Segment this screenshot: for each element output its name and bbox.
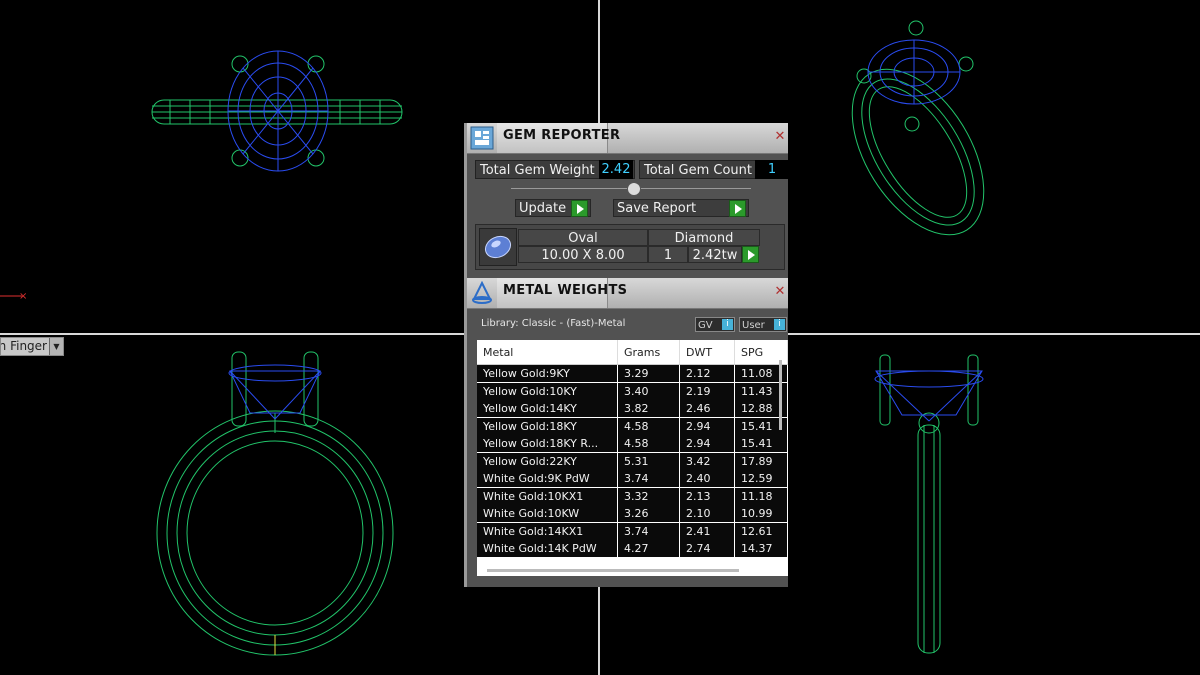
table-row[interactable]: White Gold:14K PdW 4.27 2.74 14.37 bbox=[477, 540, 788, 558]
vertical-scrollbar[interactable] bbox=[779, 360, 782, 430]
cell-dwt: 2.13 bbox=[680, 487, 735, 505]
table-row[interactable]: Yellow Gold:9KY 3.29 2.12 11.08 bbox=[477, 365, 788, 383]
cell-spg: 10.99 bbox=[735, 505, 788, 522]
cell-dwt: 2.94 bbox=[680, 435, 735, 452]
table-header: Metal Grams DWT SPG bbox=[477, 340, 788, 365]
arrow-right-icon[interactable] bbox=[742, 246, 759, 263]
cell-grams: 3.32 bbox=[618, 487, 680, 505]
gem-reporter-icon bbox=[470, 126, 494, 150]
cell-metal: White Gold:14K PdW bbox=[477, 540, 618, 557]
svg-text:×: × bbox=[19, 291, 27, 302]
gem-list-item[interactable]: Oval Diamond 10.00 X 8.00 1 2.42tw bbox=[475, 224, 785, 270]
cell-grams: 4.27 bbox=[618, 540, 680, 557]
cell-metal: Yellow Gold:14KY bbox=[477, 400, 618, 417]
close-icon[interactable]: ✕ bbox=[774, 130, 786, 143]
table-row[interactable]: White Gold:10KW 3.26 2.10 10.99 bbox=[477, 505, 788, 523]
cell-grams: 3.74 bbox=[618, 522, 680, 540]
cell-metal: Yellow Gold:18KY R... bbox=[477, 435, 618, 452]
metal-weights-table: Metal Grams DWT SPG Yellow Gold:9KY 3.29 2… bbox=[477, 340, 788, 576]
gv-dropdown-label: GV bbox=[698, 320, 713, 331]
cell-dwt: 2.19 bbox=[680, 382, 735, 400]
table-row[interactable]: White Gold:10KX1 3.32 2.13 11.18 bbox=[477, 487, 788, 506]
gem-size: 10.00 X 8.00 bbox=[518, 246, 648, 263]
table-row[interactable]: Yellow Gold:14KY 3.82 2.46 12.88 bbox=[477, 400, 788, 418]
cell-metal: Yellow Gold:22KY bbox=[477, 452, 618, 470]
cell-dwt: 2.40 bbox=[680, 470, 735, 487]
cell-grams: 3.82 bbox=[618, 400, 680, 417]
save-report-button[interactable]: Save Report bbox=[613, 199, 749, 217]
user-dropdown[interactable]: User i bbox=[739, 317, 787, 332]
cell-dwt: 2.74 bbox=[680, 540, 735, 557]
cell-spg: 12.61 bbox=[735, 522, 788, 540]
cell-metal: Yellow Gold:18KY bbox=[477, 417, 618, 435]
metal-weights-titlebar[interactable]: METAL WEIGHTS ✕ bbox=[467, 278, 788, 309]
oval-gem-icon bbox=[479, 228, 517, 266]
cell-dwt: 3.42 bbox=[680, 452, 735, 470]
cell-grams: 3.40 bbox=[618, 382, 680, 400]
info-icon[interactable]: i bbox=[722, 319, 733, 330]
gem-reporter-title: GEM REPORTER bbox=[503, 128, 621, 143]
cell-grams: 3.26 bbox=[618, 505, 680, 522]
metal-weights-title: METAL WEIGHTS bbox=[503, 283, 628, 298]
table-row[interactable]: Yellow Gold:22KY 5.31 3.42 17.89 bbox=[477, 452, 788, 471]
save-report-button-label: Save Report bbox=[617, 201, 697, 216]
cell-spg: 17.89 bbox=[735, 452, 788, 470]
metal-weights-icon bbox=[472, 281, 492, 304]
cell-dwt: 2.10 bbox=[680, 505, 735, 522]
gem-reporter-titlebar[interactable]: GEM REPORTER ✕ bbox=[467, 123, 788, 154]
total-gem-count-value: 1 bbox=[755, 160, 789, 179]
cell-metal: White Gold:9K PdW bbox=[477, 470, 618, 487]
update-button[interactable]: Update bbox=[515, 199, 591, 217]
arrow-right-icon[interactable] bbox=[729, 200, 746, 217]
cell-dwt: 2.46 bbox=[680, 400, 735, 417]
cell-metal: Yellow Gold:9KY bbox=[477, 365, 618, 382]
cell-dwt: 2.12 bbox=[680, 365, 735, 382]
cell-metal: White Gold:10KW bbox=[477, 505, 618, 522]
cell-spg: 14.37 bbox=[735, 540, 788, 557]
gem-qty: 1 bbox=[648, 246, 688, 263]
cell-grams: 3.74 bbox=[618, 470, 680, 487]
cell-grams: 4.58 bbox=[618, 417, 680, 435]
total-gem-weight-value: 2.42 bbox=[599, 160, 633, 179]
horizontal-scrollbar[interactable] bbox=[487, 569, 739, 572]
cell-dwt: 2.41 bbox=[680, 522, 735, 540]
cell-grams: 3.29 bbox=[618, 365, 680, 382]
gv-dropdown[interactable]: GV i bbox=[695, 317, 735, 332]
gem-shape: Oval bbox=[518, 229, 648, 246]
column-header-grams[interactable]: Grams bbox=[618, 340, 680, 364]
cell-grams: 5.31 bbox=[618, 452, 680, 470]
gem-type: Diamond bbox=[648, 229, 760, 246]
cell-metal: White Gold:10KX1 bbox=[477, 487, 618, 505]
column-header-dwt[interactable]: DWT bbox=[680, 340, 735, 364]
slider-handle[interactable] bbox=[627, 182, 641, 196]
update-button-label: Update bbox=[519, 201, 567, 216]
cell-metal: White Gold:14KX1 bbox=[477, 522, 618, 540]
gem-reporter-panel: GEM REPORTER ✕ Total Gem Weight 2.42 Tot… bbox=[464, 123, 789, 587]
dropdown-icon[interactable]: ▼ bbox=[49, 338, 63, 355]
viewport-view-select[interactable]: h Finger ▼ bbox=[0, 337, 64, 356]
arrow-right-icon[interactable] bbox=[571, 200, 588, 217]
gem-totals-row: Total Gem Weight 2.42 Total Gem Count 1 bbox=[475, 160, 789, 180]
library-label: Library: Classic - (Fast)-Metal bbox=[481, 318, 626, 329]
cell-metal: Yellow Gold:10KY bbox=[477, 382, 618, 400]
viewport-view-label: h Finger bbox=[0, 339, 47, 353]
user-dropdown-label: User bbox=[742, 320, 765, 331]
cell-spg: 12.59 bbox=[735, 470, 788, 487]
gem-weight: 2.42tw bbox=[688, 246, 742, 263]
cell-grams: 4.58 bbox=[618, 435, 680, 452]
table-row[interactable]: Yellow Gold:10KY 3.40 2.19 11.43 bbox=[477, 382, 788, 401]
table-row[interactable]: Yellow Gold:18KY R... 4.58 2.94 15.41 bbox=[477, 435, 788, 453]
table-row[interactable]: Yellow Gold:18KY 4.58 2.94 15.41 bbox=[477, 417, 788, 436]
column-header-metal[interactable]: Metal bbox=[477, 340, 618, 364]
info-icon[interactable]: i bbox=[774, 319, 785, 330]
table-row[interactable]: White Gold:14KX1 3.74 2.41 12.61 bbox=[477, 522, 788, 541]
cell-spg: 15.41 bbox=[735, 435, 788, 452]
table-row[interactable]: White Gold:9K PdW 3.74 2.40 12.59 bbox=[477, 470, 788, 488]
cell-dwt: 2.94 bbox=[680, 417, 735, 435]
close-icon[interactable]: ✕ bbox=[774, 285, 786, 298]
cell-spg: 11.18 bbox=[735, 487, 788, 505]
